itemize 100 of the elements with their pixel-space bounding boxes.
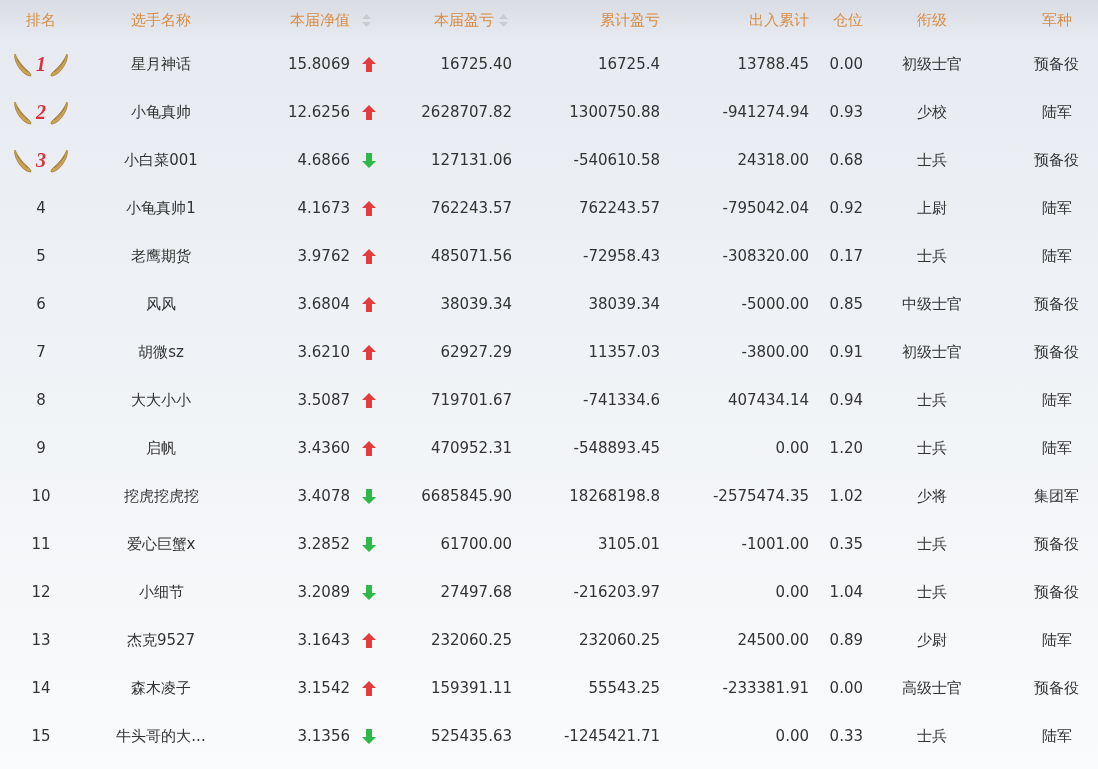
position: 1.04 — [829, 583, 863, 601]
wing-icon — [48, 51, 68, 77]
player-name: 小细节 — [138, 582, 184, 602]
rank: 8 — [36, 391, 46, 409]
branch: 预备役 — [1034, 534, 1079, 554]
position: 0.91 — [829, 343, 863, 361]
branch: 陆军 — [1041, 630, 1072, 650]
rank-medal: 3 — [14, 147, 68, 173]
rank: 9 — [36, 439, 46, 457]
net-value: 3.6210 — [297, 343, 350, 361]
branch: 预备役 — [1034, 342, 1079, 362]
rank: 14 — [31, 679, 51, 697]
rank: 15 — [31, 727, 51, 745]
column-header: 选手名称 — [130, 10, 192, 30]
total-pnl: -548893.45 — [573, 439, 660, 457]
cash-flow: -5000.00 — [741, 295, 809, 313]
position: 0.85 — [829, 295, 863, 313]
grade: 士兵 — [917, 534, 947, 554]
sort-icon[interactable] — [499, 13, 508, 27]
branch: 陆军 — [1041, 438, 1072, 458]
total-pnl: 18268198.8 — [569, 487, 660, 505]
player-name: 牛头哥的大... — [116, 726, 206, 746]
total-pnl: -72958.43 — [583, 247, 660, 265]
column-header: 军种 — [1040, 10, 1073, 30]
branch: 陆军 — [1041, 102, 1072, 122]
column-header[interactable]: 本届净值 — [240, 10, 388, 30]
wing-icon — [14, 147, 34, 173]
grade: 少将 — [917, 486, 947, 506]
position: 0.94 — [829, 391, 863, 409]
session-pnl: 6685845.90 — [421, 487, 512, 505]
total-pnl: 232060.25 — [578, 631, 660, 649]
session-pnl: 16725.40 — [440, 55, 512, 73]
grade: 上尉 — [917, 198, 947, 218]
grade: 少校 — [917, 102, 947, 122]
rank: 12 — [31, 583, 51, 601]
grade: 初级士官 — [902, 342, 962, 362]
position: 0.92 — [829, 199, 863, 217]
player-name: 挖虎挖虎挖 — [123, 486, 199, 506]
net-value: 15.8069 — [287, 55, 350, 73]
grade: 士兵 — [917, 438, 947, 458]
rank: 10 — [31, 487, 51, 505]
total-pnl: 1300750.88 — [569, 103, 660, 121]
wing-icon — [48, 147, 68, 173]
cash-flow: -941274.94 — [722, 103, 809, 121]
rank: 6 — [36, 295, 46, 313]
player-name: 星月神话 — [131, 54, 191, 74]
branch: 集团军 — [1034, 486, 1079, 506]
total-pnl: 11357.03 — [588, 343, 660, 361]
player-name: 启帆 — [146, 438, 176, 458]
column-header: 累计盈亏 — [599, 10, 661, 30]
session-pnl: 762243.57 — [430, 199, 512, 217]
position: 0.89 — [829, 631, 863, 649]
rank-medal: 1 — [14, 51, 68, 77]
branch: 陆军 — [1041, 726, 1072, 746]
rank: 5 — [36, 247, 46, 265]
cash-flow: -795042.04 — [722, 199, 809, 217]
session-pnl: 159391.11 — [430, 679, 512, 697]
net-value: 3.1542 — [297, 679, 350, 697]
position: 0.00 — [829, 55, 863, 73]
total-pnl: -1245421.71 — [563, 727, 660, 745]
session-pnl: 470952.31 — [430, 439, 512, 457]
cash-flow: -1001.00 — [741, 535, 809, 553]
branch: 预备役 — [1034, 54, 1079, 74]
position: 0.93 — [829, 103, 863, 121]
session-pnl: 232060.25 — [430, 631, 512, 649]
total-pnl: 762243.57 — [578, 199, 660, 217]
grade: 士兵 — [917, 246, 947, 266]
player-name: 小龟真帅 — [131, 102, 191, 122]
session-pnl: 719701.67 — [430, 391, 512, 409]
position: 1.20 — [829, 439, 863, 457]
wing-icon — [14, 51, 34, 77]
total-pnl: -216203.97 — [573, 583, 660, 601]
branch: 陆军 — [1041, 198, 1072, 218]
total-pnl: 3105.01 — [597, 535, 660, 553]
sort-icon[interactable] — [362, 13, 371, 27]
total-pnl: 38039.34 — [588, 295, 660, 313]
branch: 预备役 — [1034, 294, 1079, 314]
cash-flow: 407434.14 — [727, 391, 809, 409]
column-header: 出入累计 — [748, 10, 810, 30]
grade: 高级士官 — [902, 678, 962, 698]
rank: 7 — [36, 343, 46, 361]
net-value: 3.1356 — [297, 727, 350, 745]
position: 0.33 — [829, 727, 863, 745]
column-header[interactable]: 本届盈亏 — [388, 10, 520, 30]
net-value: 3.2089 — [297, 583, 350, 601]
wing-icon — [48, 99, 68, 125]
net-value: 4.1673 — [297, 199, 350, 217]
session-pnl: 127131.06 — [430, 151, 512, 169]
cash-flow: 0.00 — [775, 439, 809, 457]
net-value: 3.2852 — [297, 535, 350, 553]
cash-flow: 13788.45 — [737, 55, 809, 73]
player-name: 杰克9527 — [126, 630, 196, 650]
column-header: 排名 — [25, 10, 57, 30]
grade: 士兵 — [917, 390, 947, 410]
player-name: 小龟真帅1 — [126, 198, 196, 218]
session-pnl: 485071.56 — [430, 247, 512, 265]
player-name: 爱心巨蟹x — [126, 534, 196, 554]
cash-flow: -3800.00 — [741, 343, 809, 361]
column-header: 衔级 — [916, 10, 948, 30]
session-pnl: 27497.68 — [440, 583, 512, 601]
